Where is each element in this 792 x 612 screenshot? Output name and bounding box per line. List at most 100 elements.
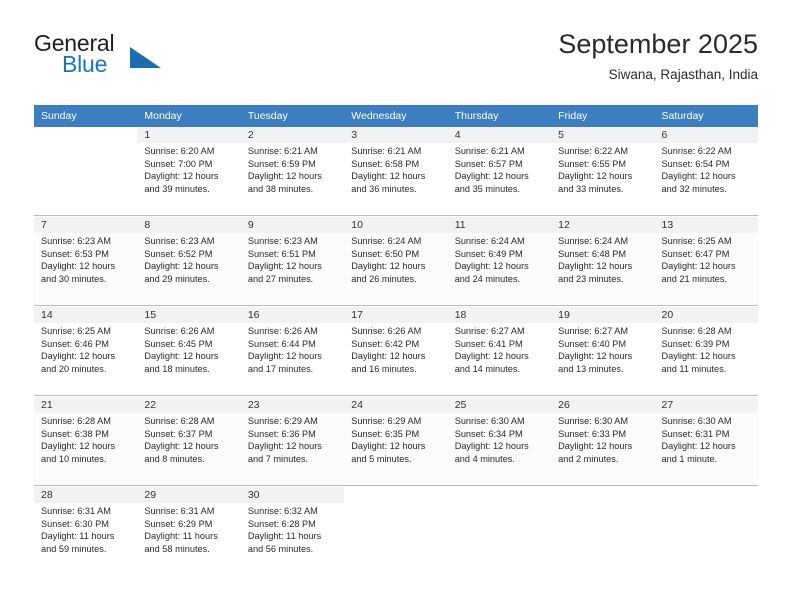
day-number: 27 — [654, 397, 758, 413]
calendar-day-cell[interactable]: 18 Sunrise: 6:27 AM Sunset: 6:41 PM Dayligh… — [447, 307, 552, 395]
sunrise-time: Sunrise: 6:28 AM — [144, 416, 215, 426]
calendar-day-cell[interactable]: 10 Sunrise: 6:24 AM Sunset: 6:50 PM Dayligh… — [344, 217, 448, 305]
calendar-day-cell[interactable]: 29 Sunrise: 6:31 AM Sunset: 6:29 PM Dayligh… — [137, 487, 241, 575]
calendar-day-cell[interactable]: 25 Sunrise: 6:30 AM Sunset: 6:34 PM Dayligh… — [447, 397, 552, 485]
daylight-duration-line2: and 5 minutes. — [351, 453, 412, 464]
calendar-day-cell[interactable]: 9 Sunrise: 6:23 AM Sunset: 6:51 PM Daylight… — [240, 217, 345, 305]
calendar-day-cell[interactable]: 2 Sunrise: 6:21 AM Sunset: 6:59 PM Daylight… — [240, 127, 345, 215]
day-number: 13 — [654, 217, 758, 233]
day-number: 26 — [551, 397, 655, 413]
calendar-day-cell[interactable]: 16 Sunrise: 6:26 AM Sunset: 6:44 PM Dayligh… — [240, 307, 345, 395]
calendar-day-cell[interactable]: 20 Sunrise: 6:28 AM Sunset: 6:39 PM Dayligh… — [654, 307, 758, 395]
sunrise-time: Sunrise: 6:26 AM — [144, 326, 215, 336]
daylight-duration-line1: Daylight: 12 hours — [661, 441, 736, 452]
calendar-cell: 14 Sunrise: 6:25 AM Sunset: 6:46 PM Dayligh… — [34, 307, 138, 396]
day-number: 16 — [240, 307, 345, 323]
brand-logo[interactable]: General Blue — [34, 30, 234, 86]
calendar-week-row: 21 Sunrise: 6:28 AM Sunset: 6:38 PM Dayligh… — [34, 397, 758, 486]
day-number: 5 — [551, 127, 655, 143]
day-details: Sunrise: 6:29 AM Sunset: 6:35 PM Daylight:… — [344, 413, 447, 465]
day-details: Sunrise: 6:28 AM Sunset: 6:39 PM Daylight:… — [655, 323, 758, 375]
daylight-duration-line2: and 10 minutes. — [41, 453, 107, 464]
calendar-day-cell[interactable]: 4 Sunrise: 6:21 AM Sunset: 6:57 PM Daylight… — [447, 127, 552, 215]
sunset-time: Sunset: 6:42 PM — [351, 338, 420, 349]
sunrise-time: Sunrise: 6:31 AM — [144, 506, 215, 516]
daylight-duration-line1: Daylight: 11 hours — [41, 531, 115, 542]
day-number: 11 — [447, 217, 552, 233]
sunset-time: Sunset: 6:52 PM — [144, 248, 213, 259]
calendar-day-cell[interactable]: 27 Sunrise: 6:30 AM Sunset: 6:31 PM Dayligh… — [654, 397, 758, 485]
calendar-cell-empty — [344, 487, 448, 575]
calendar-day-cell[interactable]: 8 Sunrise: 6:23 AM Sunset: 6:52 PM Daylight… — [137, 217, 241, 305]
sunset-time: Sunset: 6:30 PM — [41, 518, 109, 529]
daylight-duration-line2: and 27 minutes. — [247, 273, 314, 284]
page-title: September 2025 — [558, 29, 758, 59]
sunrise-time: Sunrise: 6:32 AM — [247, 506, 318, 516]
daylight-duration-line2: and 23 minutes. — [558, 273, 624, 284]
sunrise-time: Sunrise: 6:30 AM — [454, 416, 525, 426]
daylight-duration-line2: and 8 minutes. — [144, 453, 205, 464]
calendar-day-cell[interactable]: 17 Sunrise: 6:26 AM Sunset: 6:42 PM Dayligh… — [344, 307, 448, 395]
daylight-duration-line1: Daylight: 12 hours — [41, 261, 116, 272]
daylight-duration-line1: Daylight: 12 hours — [351, 351, 426, 362]
calendar-day-cell[interactable]: 3 Sunrise: 6:21 AM Sunset: 6:58 PM Daylight… — [344, 127, 448, 215]
calendar-day-cell[interactable]: 28 Sunrise: 6:31 AM Sunset: 6:30 PM Dayligh… — [34, 487, 138, 575]
calendar-cell — [447, 487, 552, 575]
day-number: 19 — [551, 307, 655, 323]
calendar-day-cell[interactable]: 26 Sunrise: 6:30 AM Sunset: 6:33 PM Dayligh… — [551, 397, 655, 485]
calendar-day-cell[interactable]: 19 Sunrise: 6:27 AM Sunset: 6:40 PM Dayligh… — [551, 307, 655, 395]
sunrise-time: Sunrise: 6:29 AM — [351, 416, 422, 426]
day-number: 9 — [240, 217, 345, 233]
day-number: 21 — [34, 397, 138, 413]
calendar-day-cell[interactable]: 23 Sunrise: 6:29 AM Sunset: 6:36 PM Dayligh… — [240, 397, 345, 485]
day-number: 7 — [34, 217, 138, 233]
day-details: Sunrise: 6:25 AM Sunset: 6:47 PM Daylight:… — [655, 233, 758, 285]
calendar-cell-empty — [654, 487, 758, 575]
calendar-day-cell[interactable]: 6 Sunrise: 6:22 AM Sunset: 6:54 PM Daylight… — [654, 127, 758, 215]
sunrise-time: Sunrise: 6:25 AM — [41, 326, 111, 336]
day-details: Sunrise: 6:30 AM Sunset: 6:33 PM Daylight:… — [551, 413, 654, 465]
calendar-cell: 5 Sunrise: 6:22 AM Sunset: 6:55 PM Daylight… — [551, 127, 655, 216]
calendar-day-cell[interactable]: 24 Sunrise: 6:29 AM Sunset: 6:35 PM Dayligh… — [344, 397, 448, 485]
sunrise-time: Sunrise: 6:27 AM — [454, 326, 525, 336]
daylight-duration-line1: Daylight: 12 hours — [144, 171, 219, 182]
sunrise-time: Sunrise: 6:29 AM — [247, 416, 318, 426]
calendar-day-cell[interactable]: 11 Sunrise: 6:24 AM Sunset: 6:49 PM Dayligh… — [447, 217, 552, 305]
sunrise-time: Sunrise: 6:25 AM — [661, 236, 732, 246]
calendar-day-cell[interactable]: 7 Sunrise: 6:23 AM Sunset: 6:53 PM Daylight… — [34, 217, 138, 305]
calendar-day-cell[interactable]: 22 Sunrise: 6:28 AM Sunset: 6:37 PM Dayligh… — [137, 397, 241, 485]
day-number: 3 — [344, 127, 448, 143]
calendar-cell: 13 Sunrise: 6:25 AM Sunset: 6:47 PM Dayligh… — [654, 217, 758, 306]
sunset-time: Sunset: 6:41 PM — [454, 338, 523, 349]
day-number: 25 — [447, 397, 552, 413]
weekday-header-saturday: Saturday — [654, 105, 758, 127]
day-number: 30 — [240, 487, 345, 503]
sunset-time: Sunset: 6:51 PM — [247, 248, 316, 259]
calendar-day-cell[interactable]: 13 Sunrise: 6:25 AM Sunset: 6:47 PM Dayligh… — [654, 217, 758, 305]
calendar-day-cell[interactable]: 14 Sunrise: 6:25 AM Sunset: 6:46 PM Dayligh… — [34, 307, 138, 395]
sunrise-time: Sunrise: 6:28 AM — [661, 326, 732, 336]
calendar-day-cell[interactable]: 12 Sunrise: 6:24 AM Sunset: 6:48 PM Dayligh… — [551, 217, 655, 305]
sunrise-time: Sunrise: 6:22 AM — [558, 146, 629, 156]
day-number: 24 — [344, 397, 448, 413]
daylight-duration-line1: Daylight: 12 hours — [144, 351, 219, 362]
day-details: Sunrise: 6:22 AM Sunset: 6:55 PM Daylight:… — [551, 143, 654, 195]
day-details: Sunrise: 6:32 AM Sunset: 6:28 PM Daylight:… — [241, 503, 344, 555]
calendar-day-cell[interactable]: 30 Sunrise: 6:32 AM Sunset: 6:28 PM Dayligh… — [240, 487, 345, 575]
calendar-day-cell[interactable]: 5 Sunrise: 6:22 AM Sunset: 6:55 PM Daylight… — [551, 127, 655, 215]
day-number: 20 — [654, 307, 758, 323]
daylight-duration-line2: and 58 minutes. — [144, 543, 210, 554]
sunset-time: Sunset: 6:33 PM — [558, 428, 627, 439]
calendar-day-cell[interactable]: 1 Sunrise: 6:20 AM Sunset: 7:00 PM Daylight… — [137, 127, 241, 215]
day-details: Sunrise: 6:31 AM Sunset: 6:29 PM Daylight:… — [137, 503, 240, 555]
daylight-duration-line2: and 18 minutes. — [144, 363, 210, 374]
day-details: Sunrise: 6:26 AM Sunset: 6:44 PM Daylight:… — [241, 323, 344, 375]
weekday-header-wednesday: Wednesday — [344, 105, 448, 127]
day-number: 23 — [240, 397, 345, 413]
calendar-day-cell[interactable]: 21 Sunrise: 6:28 AM Sunset: 6:38 PM Dayligh… — [34, 397, 138, 485]
day-details: Sunrise: 6:26 AM Sunset: 6:42 PM Daylight:… — [344, 323, 447, 375]
calendar-day-cell[interactable]: 15 Sunrise: 6:26 AM Sunset: 6:45 PM Dayligh… — [137, 307, 241, 395]
daylight-duration-line2: and 38 minutes. — [247, 183, 314, 194]
calendar-cell: 27 Sunrise: 6:30 AM Sunset: 6:31 PM Dayligh… — [654, 397, 758, 486]
daylight-duration-line1: Daylight: 12 hours — [247, 261, 322, 272]
